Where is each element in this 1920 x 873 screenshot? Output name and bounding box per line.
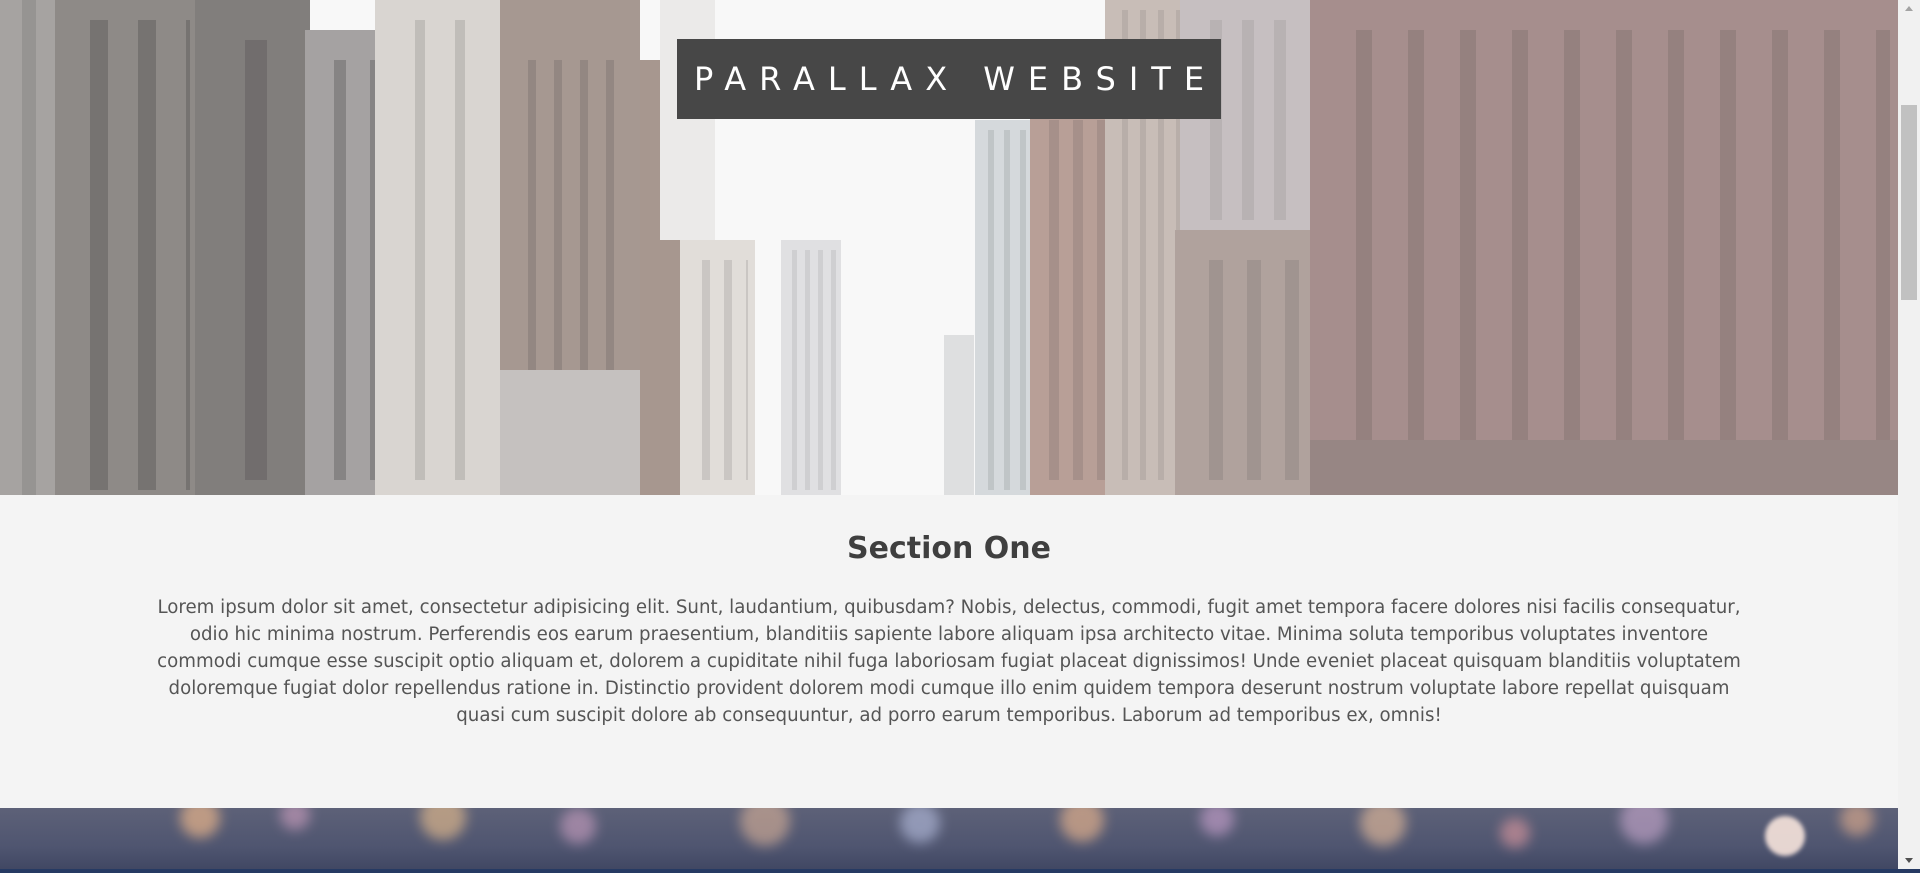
scroll-down-arrow-icon[interactable] <box>1898 852 1920 869</box>
scroll-up-arrow-icon[interactable] <box>1898 0 1920 17</box>
bokeh-image <box>0 808 1898 873</box>
section-heading: Section One <box>847 531 1051 566</box>
page: PARALLAX WEBSITE Section One Lorem ipsum… <box>0 0 1898 873</box>
section-body-text: Lorem ipsum dolor sit amet, consectetur … <box>157 597 1741 726</box>
scrollbar-thumb[interactable] <box>1901 105 1917 300</box>
hero-city-image: PARALLAX WEBSITE <box>0 0 1898 495</box>
section-one: Section One Lorem ipsum dolor sit amet, … <box>0 495 1898 808</box>
site-title-box: PARALLAX WEBSITE <box>677 39 1221 119</box>
bottom-edge-line <box>0 869 1920 873</box>
site-title: PARALLAX WEBSITE <box>693 60 1218 98</box>
vertical-scrollbar[interactable] <box>1898 0 1920 869</box>
